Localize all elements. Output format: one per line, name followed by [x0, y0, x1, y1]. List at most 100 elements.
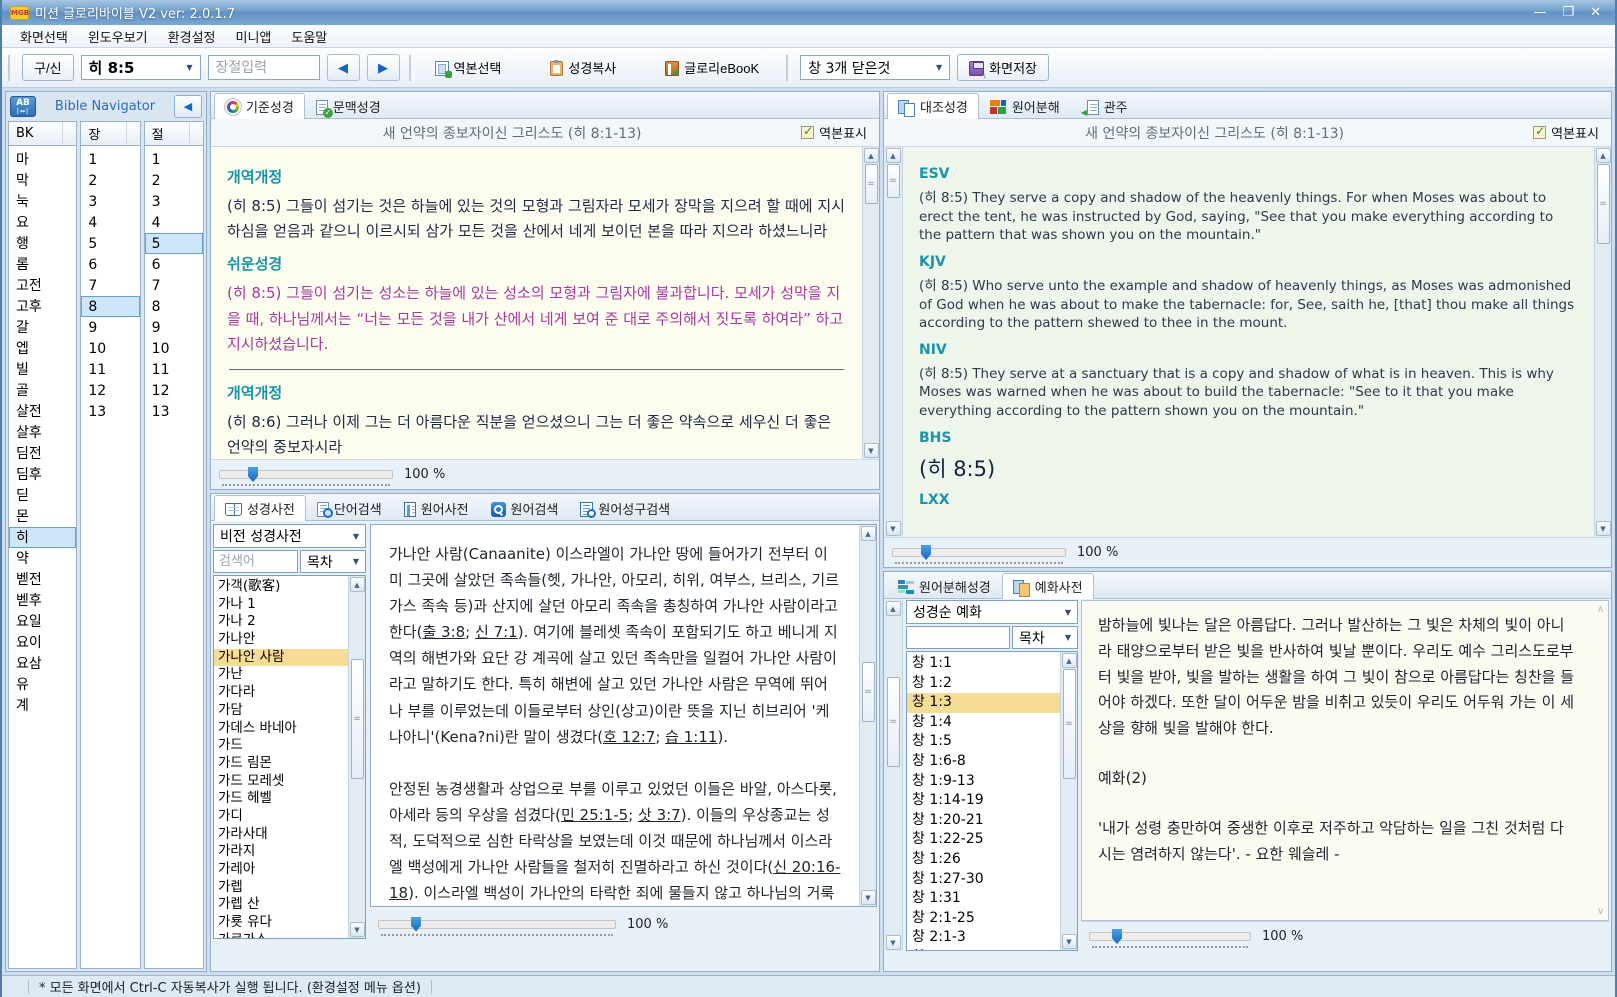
tab-illustration-dictionary[interactable]: 예화사전: [1002, 573, 1094, 599]
tab-standard-bible[interactable]: 기준성경: [214, 93, 305, 119]
verse-list-item[interactable]: 9: [145, 317, 203, 338]
tab-compare-bible[interactable]: 대조성경: [887, 93, 979, 119]
menu-item-3[interactable]: 미니앱: [226, 25, 282, 48]
scroll-down-icon[interactable]: ▼: [350, 922, 365, 937]
verse-list-item[interactable]: 10: [145, 338, 203, 359]
book-list-item[interactable]: 유: [9, 674, 76, 695]
book-list-item[interactable]: 요일: [9, 611, 76, 632]
book-list-item[interactable]: 딤후: [9, 464, 76, 485]
verse-list-item[interactable]: 13: [145, 401, 203, 422]
scrollbar-thumb[interactable]: =: [887, 164, 900, 198]
navigator-collapse-button[interactable]: ◀: [174, 95, 202, 118]
chapter-list-item[interactable]: 4: [81, 212, 139, 233]
dictionary-entry[interactable]: 가다라: [214, 684, 348, 702]
toolbar-grip[interactable]: [409, 55, 414, 81]
vertical-scrollbar[interactable]: ▲ = ▼: [348, 576, 365, 938]
book-list-item[interactable]: 골: [9, 380, 76, 401]
dictionary-entry[interactable]: 가나안: [214, 631, 348, 649]
version-select-button[interactable]: 역본선택: [423, 54, 514, 81]
illustration-entry[interactable]: 창 1:5: [907, 732, 1060, 752]
book-list-item[interactable]: 고전: [9, 275, 76, 296]
vertical-scrollbar[interactable]: ▲ = ▼: [859, 525, 876, 906]
dictionary-entry[interactable]: 가난: [214, 666, 348, 684]
zoom-slider-track[interactable]: [378, 920, 616, 929]
dictionary-entry[interactable]: 가렙 산: [214, 896, 348, 914]
dictionary-entry[interactable]: 가렙: [214, 879, 348, 897]
scripture-link[interactable]: 출 3:8: [422, 623, 465, 641]
dictionary-entry[interactable]: 가룟 유다: [214, 914, 348, 932]
scroll-up-icon[interactable]: ▲: [886, 601, 901, 616]
verse-list-item[interactable]: 12: [145, 380, 203, 401]
book-list-item[interactable]: 갈: [9, 317, 76, 338]
dictionary-entry[interactable]: 가드 림몬: [214, 755, 348, 773]
scripture-link[interactable]: 호 12:7: [603, 728, 655, 746]
dictionary-toc-combo[interactable]: 목차 ▼: [300, 550, 366, 573]
dictionary-entry[interactable]: 가담: [214, 702, 348, 720]
zoom-slider-track[interactable]: [219, 470, 393, 479]
dictionary-entry[interactable]: 가레아: [214, 861, 348, 879]
illustration-entry[interactable]: 창 1:27-30: [907, 870, 1060, 890]
verse-list-item[interactable]: 11: [145, 359, 203, 380]
scroll-down-icon[interactable]: ▼: [861, 890, 876, 905]
dictionary-entry[interactable]: 가드 모레셋: [214, 773, 348, 791]
version-display-checkbox[interactable]: [1533, 126, 1546, 139]
chapter-list-item[interactable]: 10: [81, 338, 139, 359]
vertical-scrollbar[interactable]: ▲ = ▼: [884, 600, 903, 951]
illustration-entry[interactable]: 창 1:14-19: [907, 791, 1060, 811]
chapter-list-item[interactable]: 6: [81, 254, 139, 275]
illustration-entry[interactable]: 창 1:26: [907, 850, 1060, 870]
book-list-item[interactable]: 계: [9, 695, 76, 716]
verse-list-item[interactable]: 3: [145, 191, 203, 212]
verse-list-item[interactable]: 5: [145, 233, 203, 254]
book-list-item[interactable]: 딛: [9, 485, 76, 506]
scroll-down-icon[interactable]: ▼: [1596, 521, 1611, 536]
book-list-item[interactable]: 살후: [9, 422, 76, 443]
dictionary-entry[interactable]: 가르가스: [214, 932, 348, 938]
close-button[interactable]: ✕: [1590, 6, 1601, 20]
screen-save-button[interactable]: 화면저장: [957, 54, 1049, 81]
dictionary-entry[interactable]: 가드: [214, 737, 348, 755]
scroll-up-icon[interactable]: ▲: [1596, 148, 1611, 163]
scroll-up-icon[interactable]: ▲: [886, 148, 901, 163]
illustration-entry[interactable]: 창 1:22-25: [907, 830, 1060, 850]
scroll-up-icon[interactable]: ▲: [350, 577, 365, 592]
chapter-column-header[interactable]: 장: [80, 121, 140, 146]
book-list-item[interactable]: 막: [9, 170, 76, 191]
testament-toggle-button[interactable]: 구/신: [22, 54, 74, 81]
scripture-link[interactable]: 삿 3:7: [638, 806, 681, 824]
scroll-down-icon[interactable]: ▼: [886, 521, 901, 536]
dictionary-entry[interactable]: 가디: [214, 808, 348, 826]
tab-bible-dictionary[interactable]: 성경사전: [214, 495, 306, 521]
tab-context-bible[interactable]: 문맥성경: [305, 94, 392, 118]
book-list-item[interactable]: 살전: [9, 401, 76, 422]
scrollbar-thumb[interactable]: =: [865, 164, 878, 204]
book-list-item[interactable]: 고후: [9, 296, 76, 317]
dictionary-entry[interactable]: 가라사대: [214, 826, 348, 844]
scroll-up-icon[interactable]: ▲: [864, 148, 879, 163]
book-list-item[interactable]: 벧후: [9, 590, 76, 611]
book-list-item[interactable]: 눅: [9, 191, 76, 212]
window-layout-combo[interactable]: 창 3개 닫은것 ▼: [800, 55, 950, 80]
scrollbar-thumb[interactable]: =: [887, 677, 900, 767]
scrollbar-thumb[interactable]: =: [1063, 669, 1076, 779]
scrollbar-thumb[interactable]: =: [862, 662, 875, 722]
zoom-slider-track[interactable]: [1089, 932, 1251, 941]
dictionary-search-input[interactable]: [213, 550, 298, 573]
dictionary-entry[interactable]: 가드 헤벨: [214, 790, 348, 808]
verse-input[interactable]: [208, 55, 320, 80]
maximize-button[interactable]: ❐: [1562, 6, 1574, 20]
verse-column-header[interactable]: 절: [144, 121, 204, 146]
scroll-up-icon[interactable]: ▲: [1062, 653, 1077, 668]
minimize-button[interactable]: —: [1533, 6, 1546, 20]
dictionary-source-combo[interactable]: 비전 성경사전 ▼: [213, 524, 366, 548]
dictionary-entry[interactable]: 가데스 바네아: [214, 720, 348, 738]
toolbar-grip[interactable]: [8, 55, 13, 81]
book-list-item[interactable]: 롬: [9, 254, 76, 275]
dictionary-entry[interactable]: 가라지: [214, 843, 348, 861]
illustration-entry[interactable]: 창 1:20-21: [907, 811, 1060, 831]
bible-copy-button[interactable]: 성경복사: [538, 54, 628, 81]
vertical-scrollbar[interactable]: ▲ = ▼: [1594, 147, 1611, 537]
tab-cross-reference[interactable]: 관주: [1071, 94, 1139, 118]
scripture-link[interactable]: 신 7:1: [475, 623, 518, 641]
glory-ebook-button[interactable]: 글로리eBooK: [653, 54, 771, 81]
